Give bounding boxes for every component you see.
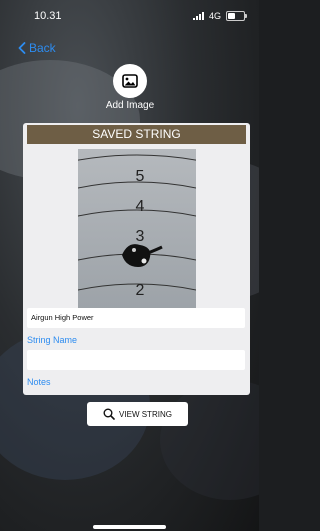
status-bar: 10.31 4G [0, 0, 259, 30]
network-label: 4G [208, 11, 221, 21]
signal-icon [192, 12, 204, 20]
target-photo: 5 4 3 2 1 [78, 149, 196, 327]
search-icon [103, 408, 115, 420]
add-image-button[interactable]: Add Image [104, 64, 156, 111]
saved-string-card: SAVED STRING 5 4 3 2 1 [23, 123, 250, 395]
target-number: 4 [136, 198, 145, 215]
target-image: 5 4 3 2 1 [78, 149, 196, 327]
string-name-label: String Name [27, 335, 78, 345]
string-name-field[interactable]: Airgun High Power [27, 308, 245, 328]
view-string-label: VIEW STRING [119, 409, 172, 419]
notes-label: Notes [27, 377, 51, 387]
back-button[interactable]: Back [18, 41, 56, 55]
status-indicators: 4G [192, 11, 247, 21]
battery-icon [226, 11, 247, 21]
view-string-button[interactable]: VIEW STRING [87, 402, 188, 426]
notes-field[interactable] [27, 350, 245, 370]
chevron-left-icon [18, 42, 26, 54]
target-number: 2 [136, 282, 145, 299]
home-indicator[interactable] [93, 525, 166, 529]
target-number: 3 [136, 228, 145, 245]
target-number: 5 [136, 168, 145, 185]
add-image-label: Add Image [105, 100, 155, 111]
status-time: 10.31 [34, 10, 62, 22]
image-icon [122, 74, 138, 88]
add-image-circle [113, 64, 147, 98]
back-label: Back [29, 41, 56, 55]
card-header: SAVED STRING [27, 125, 246, 144]
